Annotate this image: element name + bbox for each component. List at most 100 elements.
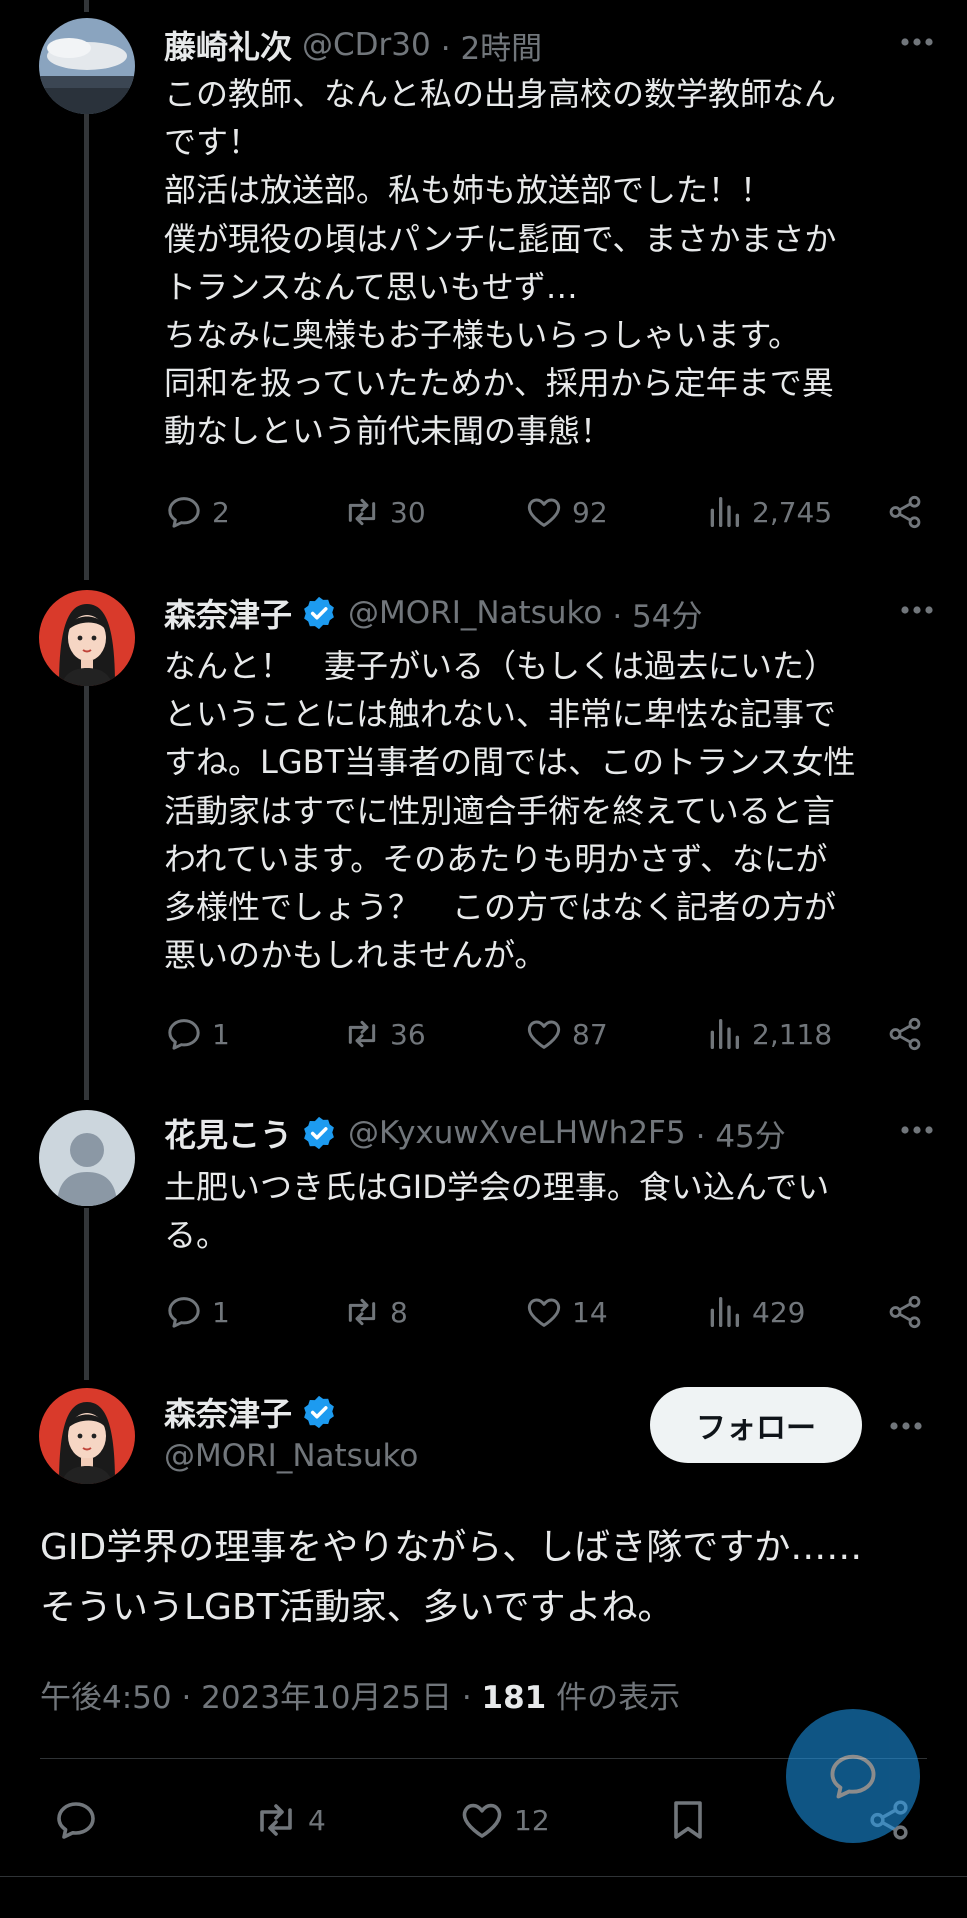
more-icon — [901, 38, 933, 46]
author-handle[interactable]: @MORI_Natsuko — [348, 595, 602, 631]
repost-icon — [348, 498, 376, 526]
repost-count: 4 — [308, 1803, 326, 1837]
like-button[interactable]: 92 — [524, 487, 608, 537]
like-button[interactable]: 12 — [458, 1792, 550, 1848]
illustrated-woman-avatar-image — [39, 590, 135, 686]
views-count: 181 — [481, 1680, 547, 1716]
repost-count: 36 — [390, 1017, 426, 1051]
share-button[interactable] — [886, 493, 924, 535]
view-count: 429 — [752, 1295, 806, 1329]
timestamp[interactable]: 午後4:50 · 2023年10月25日 · — [40, 1680, 482, 1716]
author-name[interactable]: 藤崎礼次 — [164, 22, 292, 68]
views-button[interactable]: 429 — [704, 1287, 805, 1337]
analytics-icon — [710, 1019, 739, 1049]
share-icon — [889, 495, 921, 529]
tweet-actions: 2 30 92 2,745 — [164, 487, 924, 537]
more-icon — [890, 1422, 922, 1430]
thread-line — [84, 112, 89, 580]
reply-icon — [830, 1754, 876, 1799]
tweet-header: 藤崎礼次 @CDr30 · 2時間 — [164, 20, 937, 70]
verified-badge-icon — [304, 1116, 334, 1150]
view-count: 2,118 — [752, 1017, 833, 1051]
view-count: 2,745 — [752, 495, 833, 529]
repost-button[interactable]: 36 — [342, 1009, 426, 1059]
reply-button[interactable] — [52, 1792, 100, 1848]
share-icon — [889, 1017, 921, 1051]
compose-reply-fab[interactable] — [786, 1709, 920, 1843]
share-button[interactable] — [886, 1015, 924, 1057]
like-count: 12 — [514, 1803, 550, 1837]
reply-icon — [57, 1802, 95, 1839]
post-time[interactable]: · 45分 — [696, 1111, 786, 1156]
like-count: 92 — [572, 495, 608, 529]
follow-button[interactable]: フォロー — [650, 1387, 862, 1463]
tweet-header: 森奈津子 @MORI_Natsuko · 54分 — [164, 588, 937, 638]
share-button[interactable] — [886, 1293, 924, 1335]
repost-icon — [348, 1020, 376, 1048]
author-name[interactable]: 森奈津子 — [164, 1389, 292, 1435]
post-time[interactable]: · 54分 — [612, 591, 702, 636]
reply-icon — [168, 1297, 200, 1328]
more-options-button[interactable] — [886, 1408, 926, 1444]
reply-button[interactable]: 1 — [164, 1009, 230, 1059]
share-icon — [889, 1295, 921, 1329]
tweet-actions: 1 8 14 429 — [164, 1287, 924, 1337]
thread-line — [84, 686, 89, 1100]
analytics-icon — [710, 1297, 739, 1327]
illustrated-woman-avatar-image — [39, 1388, 135, 1484]
thread-line — [84, 1208, 89, 1380]
like-button[interactable]: 14 — [524, 1287, 608, 1337]
reply-button[interactable]: 1 — [164, 1287, 230, 1337]
author-handle[interactable]: @CDr30 — [302, 27, 431, 63]
bookmark-button[interactable] — [664, 1792, 712, 1848]
more-options-button[interactable] — [897, 24, 937, 60]
thread-line — [84, 0, 89, 12]
repost-icon — [348, 1298, 376, 1326]
views-label: 件の表示 — [546, 1680, 681, 1716]
like-count: 14 — [572, 1295, 608, 1329]
landscape-avatar-image — [39, 18, 135, 114]
repost-button[interactable]: 4 — [252, 1792, 326, 1848]
repost-icon — [260, 1804, 292, 1836]
main-tweet-text: GID学界の理事をやりながら、しばき隊ですか…… そういうLGBT活動家、多いで… — [40, 1527, 863, 1628]
main-author: 森奈津子 — [164, 1387, 338, 1437]
tweet-text: なんと！ 妻子がいる（もしくは過去にいた） ということには触れない、非常に卑怯な… — [164, 647, 856, 975]
default-avatar-image — [39, 1110, 135, 1206]
heart-icon — [462, 1803, 502, 1838]
reply-count: 2 — [212, 495, 230, 529]
heart-icon — [527, 498, 561, 527]
views-button[interactable]: 2,118 — [704, 1009, 832, 1059]
like-button[interactable]: 87 — [524, 1009, 608, 1059]
reply-count: 1 — [212, 1295, 230, 1329]
heart-icon — [527, 1298, 561, 1327]
tweet-actions: 1 36 87 2,118 — [164, 1009, 924, 1059]
author-name[interactable]: 花見こう — [164, 1110, 292, 1156]
views-button[interactable]: 2,745 — [704, 487, 832, 537]
reply-icon — [168, 1019, 200, 1050]
verified-badge-icon — [304, 596, 334, 630]
more-icon — [901, 1126, 933, 1134]
more-icon — [901, 606, 933, 614]
author-handle[interactable]: @MORI_Natsuko — [164, 1438, 418, 1474]
analytics-icon — [710, 497, 739, 527]
more-options-button[interactable] — [897, 1112, 937, 1148]
reply-button[interactable]: 2 — [164, 487, 230, 537]
tweet-text: 土肥いつき氏はGID学会の理事。食い込んでい る。 — [164, 1168, 830, 1255]
reply-icon — [168, 497, 200, 528]
avatar[interactable] — [39, 590, 135, 686]
repost-count: 8 — [390, 1295, 408, 1329]
post-time[interactable]: · 2時間 — [441, 23, 542, 68]
repost-button[interactable]: 8 — [342, 1287, 408, 1337]
repost-button[interactable]: 30 — [342, 487, 426, 537]
avatar[interactable] — [39, 1388, 135, 1484]
tweet-text: この教師、なんと私の出身高校の数学教師なん です！ 部活は放送部。私も姉も放送部… — [164, 75, 837, 451]
author-handle[interactable]: @KyxuwXveLHWh2F5 — [348, 1115, 686, 1151]
tweet-header: 花見こう @KyxuwXveLHWh2F5 · 45分 — [164, 1108, 937, 1158]
author-name[interactable]: 森奈津子 — [164, 590, 292, 636]
like-count: 87 — [572, 1017, 608, 1051]
avatar[interactable] — [39, 1110, 135, 1206]
avatar[interactable] — [39, 18, 135, 114]
verified-badge-icon — [304, 1395, 334, 1429]
bookmark-icon — [674, 1801, 702, 1839]
more-options-button[interactable] — [897, 592, 937, 628]
